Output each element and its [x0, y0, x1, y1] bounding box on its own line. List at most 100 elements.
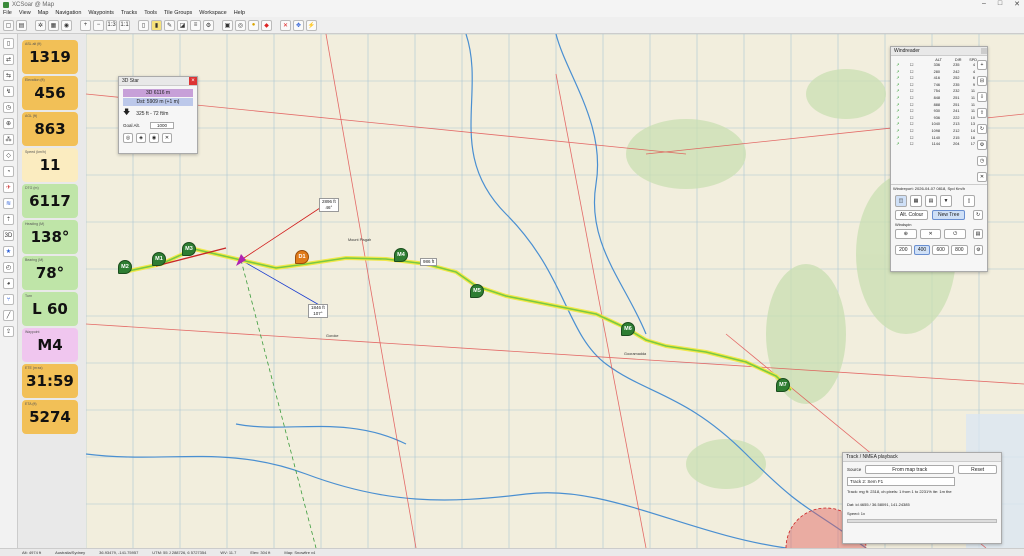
swap-tool-icon[interactable]: ⇄	[3, 54, 14, 65]
gear-icon[interactable]: ⚙	[973, 245, 984, 255]
preset-600-button[interactable]: 600	[932, 245, 950, 255]
pin-icon[interactable]: ●	[248, 19, 259, 31]
power-icon[interactable]: ⏻	[944, 229, 967, 239]
ruler-icon[interactable]: ◪	[177, 19, 188, 31]
clock-icon[interactable]: ◷	[977, 156, 987, 166]
route-tool-icon[interactable]: ↯	[3, 86, 14, 97]
gauge-tile[interactable]: ETE (m:ss) 31:59	[22, 364, 78, 398]
wind-cell[interactable]: ☐	[905, 108, 919, 115]
wind-row[interactable]: ↗ ☐ 1098 212 14	[891, 128, 977, 135]
grid-icon[interactable]: ▦	[910, 195, 922, 207]
export-icon[interactable]: ⇧	[977, 108, 987, 118]
wind-cell[interactable]: ☐	[905, 69, 919, 76]
tag-tool-icon[interactable]: ◇	[3, 150, 14, 161]
star-tool-icon[interactable]: ★	[3, 246, 14, 257]
wind-tool-icon[interactable]: ≋	[3, 198, 14, 209]
altitude-tool-icon[interactable]: ⇡	[3, 214, 14, 225]
menu-map[interactable]: Map	[38, 10, 49, 16]
wind-row[interactable]: ↗ ☐ 1140 215 16	[891, 135, 977, 142]
wind-row[interactable]: ↗ ☐ 746 235 9	[891, 82, 977, 89]
waypoint-marker-m7[interactable]: M7	[776, 378, 790, 392]
waypoint-marker-m1[interactable]: M1	[152, 252, 166, 266]
zoom-in-icon[interactable]: +	[80, 19, 91, 31]
preset-800-button[interactable]: 800	[951, 245, 968, 255]
copy-icon[interactable]: ▤	[973, 229, 983, 239]
wind-cell[interactable]: ☐	[905, 95, 919, 102]
power-icon[interactable]: ⚡	[306, 19, 317, 31]
open-icon[interactable]: ▤	[16, 19, 27, 31]
menu-file[interactable]: File	[3, 10, 12, 16]
close-window-icon[interactable]: ✕	[1014, 0, 1020, 8]
playback-slider[interactable]	[847, 519, 997, 523]
crosshair-icon[interactable]: ⊕	[895, 229, 917, 239]
gauge-tile[interactable]: Elevation (ft) 456	[22, 76, 78, 110]
layout-icon[interactable]: ◫	[895, 195, 907, 207]
wind-row[interactable]: ↗ ☐ 336 235 4	[891, 62, 977, 69]
wind-cell[interactable]: ☐	[905, 128, 919, 135]
doc-icon[interactable]: ▯	[963, 195, 975, 207]
gauge-tile[interactable]: ASL alt (ft) 1319	[22, 40, 78, 74]
close-icon[interactable]: ✕	[280, 19, 291, 31]
gauge-tile[interactable]: DTG (m) 6117	[22, 184, 78, 218]
clear-icon[interactable]: ✕	[919, 229, 942, 239]
waypoint-marker-m2[interactable]: M2	[118, 260, 132, 274]
menu-navigation[interactable]: Navigation	[55, 10, 81, 16]
eye-icon[interactable]: ◉	[61, 19, 72, 31]
wind-cell[interactable]: ☐	[905, 88, 919, 95]
new-tree-button[interactable]: New Tree	[932, 210, 966, 220]
goal-alt-input[interactable]: 1000	[150, 122, 175, 129]
waypoint-marker-d1[interactable]: D1	[295, 250, 309, 264]
gauge-tool-icon[interactable]: ◕	[3, 278, 14, 289]
zoom-1-1-button[interactable]: 1:1	[119, 19, 130, 31]
new-icon[interactable]: ▢	[3, 19, 14, 31]
settings-icon[interactable]: ⚙	[977, 140, 987, 150]
map-view[interactable]: 2896 ft 46° 1846 ft 107° 986 ft M1 M2 M3 D…	[86, 34, 1024, 548]
3d-tool-icon[interactable]: 3D	[3, 230, 14, 241]
gauge-tile[interactable]: Waypoint M4	[22, 328, 78, 362]
wind-cell[interactable]: ☐	[905, 115, 919, 122]
delete-icon[interactable]: ✕	[162, 133, 172, 143]
close-icon[interactable]: ×	[189, 77, 197, 85]
gauge-tile[interactable]: AGL (ft) 863	[22, 112, 78, 146]
node-tool-icon[interactable]: ⁂	[3, 134, 14, 145]
wind-row[interactable]: ↗ ☐ 1040 213 13	[891, 121, 977, 128]
wind-row[interactable]: ↗ ☐ 936 222 10	[891, 115, 977, 122]
reset-button[interactable]: Reset	[958, 465, 997, 474]
edit-icon[interactable]: ✎	[164, 19, 175, 31]
wind-row[interactable]: ↗ ☐ 280 242 4	[891, 69, 977, 76]
wind-cell[interactable]: ☐	[905, 102, 919, 109]
wind-row[interactable]: ↗ ☐ 1144 204 17	[891, 141, 977, 148]
track-select[interactable]: Track 2: Sem F1	[847, 477, 955, 486]
page-icon[interactable]: ▤	[925, 195, 937, 207]
wind-cell[interactable]: ☐	[905, 62, 919, 69]
move-icon[interactable]: ✥	[293, 19, 304, 31]
wind-row[interactable]: ↗ ☐ 848 251 11	[891, 95, 977, 102]
minimize-icon[interactable]: –	[982, 0, 986, 8]
menu-tile-groups[interactable]: Tile Groups	[164, 10, 192, 16]
wind-row[interactable]: ↗ ☐ 416 252 6	[891, 75, 977, 82]
record-icon[interactable]: ◉	[149, 133, 159, 143]
settings-icon[interactable]: ✲	[35, 19, 46, 31]
branch-tool-icon[interactable]: ⑂	[3, 294, 14, 305]
clock-tool-icon[interactable]: ◴	[3, 262, 14, 273]
zoom-out-icon[interactable]: −	[93, 19, 104, 31]
timer-tool-icon[interactable]: ◷	[3, 102, 14, 113]
wind-row[interactable]: ↗ ☐ 888 251 11	[891, 102, 977, 109]
wind-row[interactable]: ↗ ☐ 930 241 11	[891, 108, 977, 115]
line-tool-icon[interactable]: ╱	[3, 310, 14, 321]
wind-cell[interactable]: ☐	[905, 135, 919, 142]
wind-cell[interactable]: ☐	[905, 82, 919, 89]
alt-colour-button[interactable]: Alt. Colour	[895, 210, 929, 220]
gauge-tile[interactable]: Turn L 60	[22, 292, 78, 326]
target-icon[interactable]: ◎	[123, 133, 133, 143]
map-icon[interactable]: ▦	[48, 19, 59, 31]
shrink-icon[interactable]: ⊟	[977, 76, 987, 86]
waypoint-marker-m5[interactable]: M5	[470, 284, 484, 298]
doc-icon[interactable]: ▯	[138, 19, 149, 31]
wind-cell[interactable]: ☐	[905, 75, 919, 82]
add-icon[interactable]: +	[977, 60, 987, 70]
preset-400-button[interactable]: 400	[913, 245, 931, 255]
wind-cell[interactable]: ☐	[905, 121, 919, 128]
wind-cell[interactable]: ☐	[905, 141, 919, 148]
flag-icon[interactable]: ◆	[261, 19, 272, 31]
